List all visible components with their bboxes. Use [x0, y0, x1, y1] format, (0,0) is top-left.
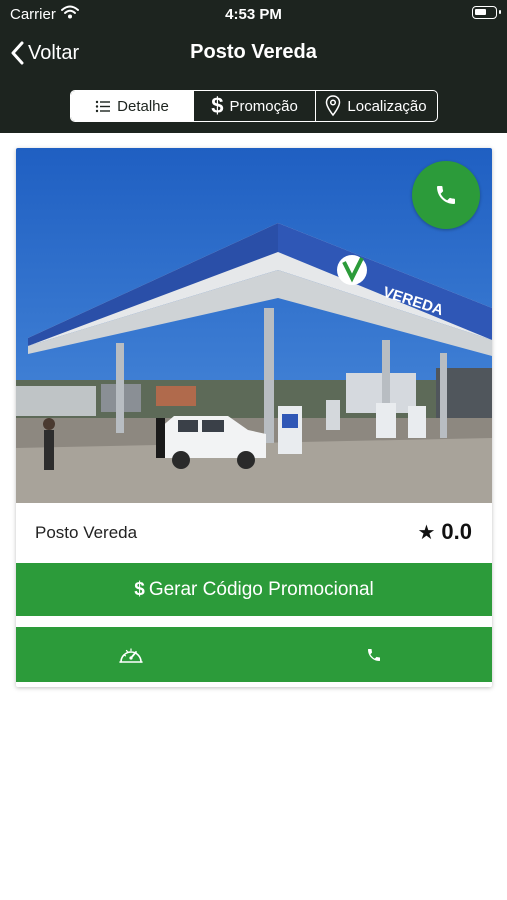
call-button[interactable] [361, 642, 387, 668]
tab-promocao[interactable]: $ Promoção [193, 91, 315, 121]
phone-icon [437, 186, 455, 204]
tab-detalhe-label: Detalhe [117, 97, 169, 115]
status-bar: Carrier 4:53 PM [0, 0, 507, 28]
rating: ★ 0.0 [417, 519, 472, 545]
rating-value: 0.0 [441, 519, 472, 544]
station-name: Posto Vereda [35, 523, 138, 542]
segmented-control: Detalhe $ Promoção Localização [70, 90, 438, 122]
action-bar [16, 627, 492, 682]
phone-small-icon [368, 649, 380, 661]
header: Carrier 4:53 PM Voltar Posto Vereda Deta… [0, 0, 507, 133]
promo-dollar-icon: $ [134, 578, 145, 600]
speedometer-icon [119, 648, 143, 663]
speedometer-button[interactable] [116, 642, 146, 668]
star-icon: ★ [417, 521, 436, 544]
station-info-row: Posto Vereda ★ 0.0 [16, 503, 492, 563]
tab-detalhe[interactable]: Detalhe [71, 91, 193, 121]
location-pin-icon [325, 95, 341, 117]
clock: 4:53 PM [225, 6, 282, 23]
call-fab-button[interactable] [412, 161, 480, 229]
tab-localizacao-label: Localização [347, 97, 427, 115]
dollar-icon: $ [211, 93, 224, 118]
tab-localizacao[interactable]: Localização [315, 91, 436, 121]
list-icon [95, 100, 111, 113]
promo-button-label: Gerar Código Promocional [148, 578, 374, 600]
battery-icon [472, 6, 501, 19]
tab-promocao-label: Promoção [229, 97, 298, 115]
generate-promo-code-button[interactable]: $ Gerar Código Promocional [16, 563, 492, 616]
station-card: VEREDA Posto Vereda ★ 0.0 $ Gerar Código… [16, 148, 492, 687]
page-title: Posto Vereda [190, 41, 317, 63]
